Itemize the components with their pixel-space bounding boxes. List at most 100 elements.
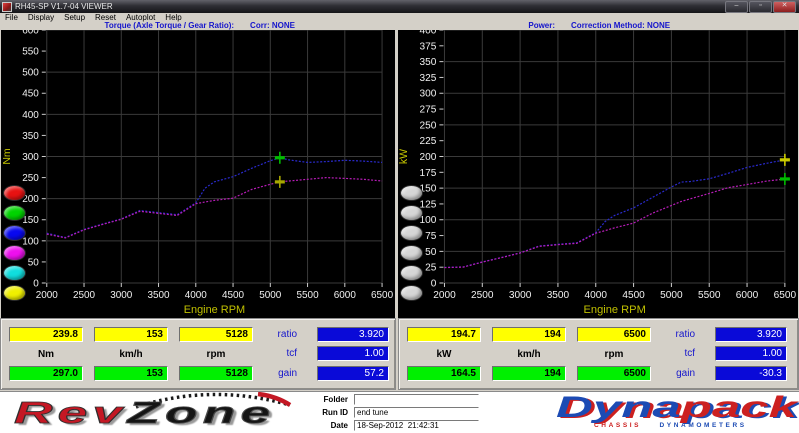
run-button-yellow[interactable] [3, 285, 26, 301]
run-button-gray-1[interactable] [400, 185, 423, 201]
dyno-viewer-window: RH45-SP V1.7-04 VIEWER – ▫ ✕ File Displa… [0, 0, 799, 433]
svg-text:50: 50 [425, 247, 437, 258]
svg-text:5500: 5500 [296, 290, 319, 301]
run-button-gray-3[interactable] [400, 225, 423, 241]
torque-plot[interactable]: 0501001502002503003504004505005506002000… [1, 30, 395, 318]
svg-text:0: 0 [431, 279, 437, 290]
svg-text:0: 0 [33, 278, 39, 289]
ratio-label: ratio [675, 329, 695, 340]
run-button-gray-2[interactable] [400, 205, 423, 221]
cursor2-speed-value: 194 [492, 366, 566, 381]
gain-value: 57.2 [317, 366, 389, 381]
cursor1-power-value: 194.7 [407, 327, 481, 342]
menu-setup[interactable]: Setup [59, 13, 90, 22]
run-button-gray-4[interactable] [400, 245, 423, 261]
svg-text:50: 50 [28, 257, 40, 268]
revzone-logo: RevZone [13, 392, 304, 433]
cursor2-power-value: 164.5 [407, 366, 481, 381]
svg-text:6000: 6000 [334, 290, 357, 301]
menu-file[interactable]: File [0, 13, 23, 22]
run-button-red[interactable] [3, 185, 26, 201]
svg-text:325: 325 [420, 73, 437, 84]
torque-chart[interactable]: 0 50 100 150 200 250 300 350 400 450 500 550 600 2000… [1, 30, 395, 318]
gain-label: gain [278, 368, 297, 379]
minimize-button[interactable]: – [725, 1, 748, 13]
run-button-blue[interactable] [3, 225, 26, 241]
folder-input[interactable] [354, 394, 479, 405]
svg-text:6000: 6000 [736, 290, 759, 301]
app-icon [2, 1, 12, 12]
svg-text:3500: 3500 [147, 290, 170, 301]
unit-label-kmh: km/h [517, 349, 541, 360]
svg-text:200: 200 [420, 152, 437, 163]
svg-text:Nm: Nm [2, 148, 13, 165]
svg-text:500: 500 [22, 68, 39, 79]
cursor1-speed-value: 194 [492, 327, 566, 342]
power-chart-title: Power: [528, 21, 556, 30]
svg-text:Engine RPM: Engine RPM [584, 304, 646, 316]
svg-text:5000: 5000 [259, 290, 282, 301]
dynapack-logo-text-pack: pack [680, 391, 797, 424]
cursor2-torque-value: 297.0 [9, 366, 83, 381]
svg-text:4000: 4000 [585, 290, 608, 301]
date-label: Date [330, 421, 348, 430]
menu-display[interactable]: Display [23, 13, 59, 22]
svg-text:2500: 2500 [73, 290, 96, 301]
tcf-label: tcf [684, 348, 695, 359]
svg-text:4500: 4500 [622, 290, 645, 301]
svg-text:350: 350 [22, 131, 39, 142]
dynapack-logo-text-dyna: Dyna [556, 391, 681, 424]
svg-text:250: 250 [22, 173, 39, 184]
svg-text:375: 375 [420, 41, 437, 52]
svg-text:175: 175 [420, 168, 437, 179]
window-title: RH45-SP V1.7-04 VIEWER [15, 2, 113, 11]
revzone-logo-text-rev: Rev [13, 395, 128, 431]
revzone-logo-text-zone: Zone [127, 395, 276, 431]
power-correction-status: Correction Method: NONE [571, 21, 671, 30]
run-button-magenta[interactable] [3, 245, 26, 261]
svg-text:5000: 5000 [660, 290, 683, 301]
gain-value: -30.3 [715, 366, 787, 381]
svg-text:2000: 2000 [36, 290, 59, 301]
title-bar[interactable]: RH45-SP V1.7-04 VIEWER – ▫ ✕ [0, 0, 799, 13]
power-plot[interactable]: 0255075100125150175200225250275300325350… [398, 30, 798, 318]
run-button-green[interactable] [3, 205, 26, 221]
svg-text:6500: 6500 [371, 290, 394, 301]
svg-text:350: 350 [420, 57, 437, 68]
run-button-gray-5[interactable] [400, 265, 423, 281]
tcf-value: 1.00 [317, 346, 389, 361]
cursor1-speed-value: 153 [94, 327, 168, 342]
unit-label-kmh: km/h [119, 349, 143, 360]
svg-text:3000: 3000 [509, 290, 532, 301]
svg-text:4000: 4000 [185, 290, 208, 301]
svg-text:300: 300 [22, 152, 39, 163]
svg-text:125: 125 [420, 199, 437, 210]
svg-text:75: 75 [425, 231, 437, 242]
svg-text:250: 250 [420, 120, 437, 131]
svg-text:400: 400 [22, 110, 39, 121]
run-button-gray-6[interactable] [400, 285, 423, 301]
power-chart[interactable]: 0 25 50 75 100 125 150 175 200 225 250 275 300 325 350… [398, 30, 798, 318]
date-input[interactable] [354, 420, 479, 431]
svg-text:225: 225 [420, 136, 437, 147]
maximize-button[interactable]: ▫ [749, 1, 772, 13]
torque-chart-title: Torque (Axle Torque / Gear Ratio): [104, 21, 235, 30]
ratio-value: 3.920 [715, 327, 787, 342]
svg-text:450: 450 [22, 89, 39, 100]
close-button[interactable]: ✕ [773, 1, 796, 13]
run-button-cyan[interactable] [3, 265, 26, 281]
svg-text:4500: 4500 [222, 290, 245, 301]
svg-text:275: 275 [420, 105, 437, 116]
tcf-label: tcf [286, 348, 297, 359]
cursor1-torque-value: 239.8 [9, 327, 83, 342]
folder-label: Folder [323, 395, 348, 404]
svg-text:5500: 5500 [698, 290, 721, 301]
unit-label-nm: Nm [37, 349, 55, 360]
torque-correction-status: Corr: NONE [250, 21, 295, 30]
svg-text:100: 100 [420, 215, 437, 226]
svg-text:3500: 3500 [547, 290, 570, 301]
svg-text:25: 25 [425, 263, 437, 274]
run-id-input[interactable] [354, 407, 479, 418]
run-id-label: Run ID [322, 408, 348, 417]
svg-text:kW: kW [398, 149, 410, 164]
